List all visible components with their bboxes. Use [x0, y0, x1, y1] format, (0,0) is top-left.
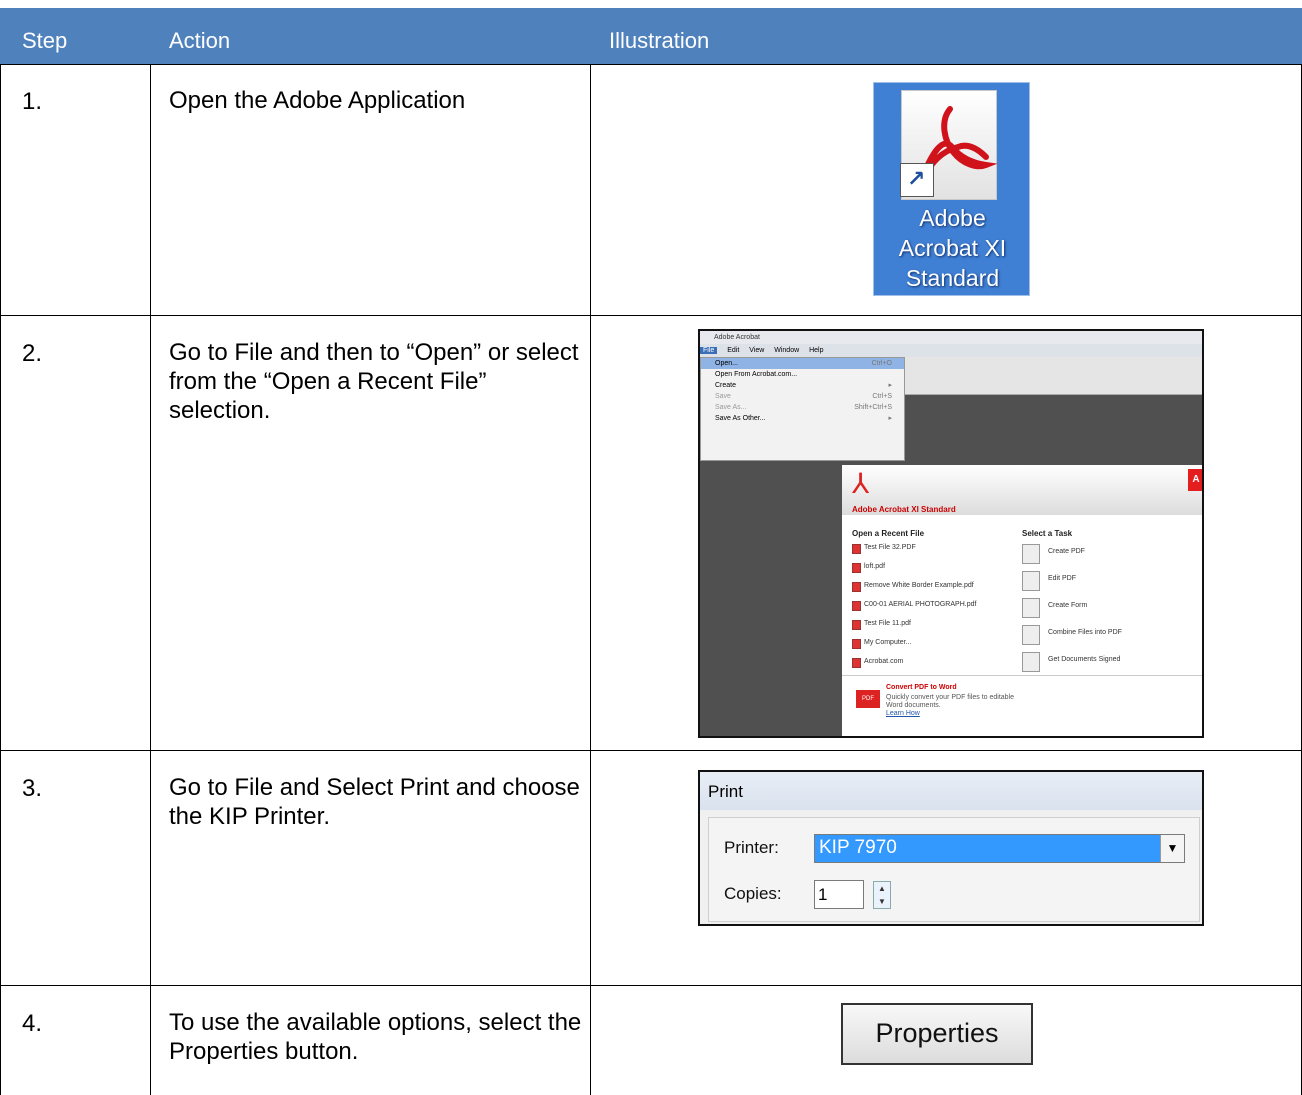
menu-item-open-from-acrobat[interactable]: Open From Acrobat.com... [701, 369, 904, 380]
task-item[interactable]: Combine Files into PDF [1022, 623, 1192, 650]
row-divider [0, 64, 1302, 65]
spin-up-icon[interactable]: ▲ [874, 882, 890, 895]
row-divider [0, 315, 1302, 316]
menu-item-open[interactable]: Open... Ctrl+O [701, 358, 904, 369]
shortcut-arrow-icon: ↗ [900, 163, 934, 197]
menu-file[interactable]: File [700, 347, 718, 354]
welcome-panel: ⅄ Adobe Acrobat XI Standard A Open a Rec… [842, 465, 1202, 736]
chevron-down-icon[interactable]: ▼ [1160, 835, 1184, 862]
menu-item-create[interactable]: Create ▸ [701, 380, 904, 391]
recent-files: Open a Recent File Test File 32.PDF loft… [852, 529, 1012, 675]
adobe-acrobat-icon[interactable]: ↗ Adobe Acrobat XI Standard [873, 82, 1030, 296]
acrobat-logo-icon: ⅄ [852, 468, 870, 499]
table-header: Step Action Illustration [0, 8, 1302, 64]
recent-file-item[interactable]: Acrobat.com [852, 656, 1012, 675]
step-action: To use the available options, select the… [169, 1009, 582, 1065]
dialog-title: Print [700, 772, 1202, 810]
menu-item-save-as[interactable]: Save As... Shift+Ctrl+S [701, 402, 904, 413]
copies-stepper[interactable]: ▲ ▼ [873, 881, 891, 909]
step-number: 3. [22, 775, 43, 802]
grid-line [0, 64, 1, 1095]
copies-label: Copies: [724, 884, 782, 903]
pdf-convert-icon: PDF [856, 690, 880, 708]
icon-label: Adobe Acrobat XI Standard [898, 205, 1007, 291]
menu-window[interactable]: Window [774, 347, 799, 354]
spin-down-icon[interactable]: ▼ [874, 895, 890, 908]
recent-file-item[interactable]: loft.pdf [852, 561, 1012, 580]
recent-file-item[interactable]: C00-01 AERIAL PHOTOGRAPH.pdf [852, 599, 1012, 618]
menu-item-save[interactable]: Save Ctrl+S [701, 391, 904, 402]
properties-button[interactable]: Properties [841, 1003, 1033, 1065]
step-number: 4. [22, 1010, 43, 1037]
task-list: Select a Task Create PDF Edit PDF Create… [1022, 529, 1192, 677]
menu-help[interactable]: Help [809, 347, 823, 354]
step-action: Go to File and Select Print and choose t… [169, 774, 580, 830]
task-item[interactable]: Get Documents Signed [1022, 650, 1192, 677]
adobe-badge-icon: A [1188, 469, 1202, 491]
recent-file-item[interactable]: Test File 32.PDF [852, 542, 1012, 561]
recent-file-item[interactable]: Remove White Border Example.pdf [852, 580, 1012, 599]
side-panel [700, 461, 842, 736]
step-action: Open the Adobe Application [169, 87, 466, 114]
product-name: Adobe Acrobat XI Standard [852, 505, 956, 514]
window-title: Adobe Acrobat [700, 331, 1202, 344]
grid-line [590, 64, 591, 1095]
recent-file-item[interactable]: My Computer... [852, 637, 1012, 656]
welcome-header: ⅄ Adobe Acrobat XI Standard A [842, 465, 1202, 515]
convert-promo: PDF Convert PDF to Word Quickly convert … [842, 675, 1202, 736]
printer-select[interactable]: KIP 7970 ▼ [814, 834, 1185, 863]
task-item[interactable]: Create Form [1022, 596, 1192, 623]
acrobat-window: Adobe Acrobat File Edit View Window Help… [698, 329, 1204, 738]
menu-item-save-as-other[interactable]: Save As Other... ▸ [701, 413, 904, 424]
file-menu-dropdown: Open... Ctrl+O Open From Acrobat.com... C… [700, 357, 905, 461]
task-item[interactable]: Edit PDF [1022, 569, 1192, 596]
task-item[interactable]: Create PDF [1022, 542, 1192, 569]
step-action: Go to File and then to “Open” or select … [169, 339, 579, 424]
menu-edit[interactable]: Edit [727, 347, 739, 354]
header-illustration: Illustration [609, 28, 710, 53]
recent-file-item[interactable]: Test File 11.pdf [852, 618, 1012, 637]
header-step: Step [22, 28, 68, 53]
learn-how-link[interactable]: Learn How [886, 710, 920, 717]
print-dialog: Print Printer: KIP 7970 ▼ Copies: 1 ▲ ▼ [698, 770, 1204, 926]
row-divider [0, 985, 1302, 986]
step-number: 1. [22, 88, 43, 115]
step-number: 2. [22, 340, 43, 367]
row-divider [0, 750, 1302, 751]
grid-line [150, 64, 151, 1095]
printer-group: Printer: KIP 7970 ▼ Copies: 1 ▲ ▼ [708, 817, 1200, 922]
copies-input[interactable]: 1 [814, 880, 864, 909]
header-action: Action [169, 28, 231, 53]
menu-bar: File Edit View Window Help [700, 344, 1202, 357]
menu-view[interactable]: View [749, 347, 764, 354]
printer-label: Printer: [724, 838, 779, 857]
